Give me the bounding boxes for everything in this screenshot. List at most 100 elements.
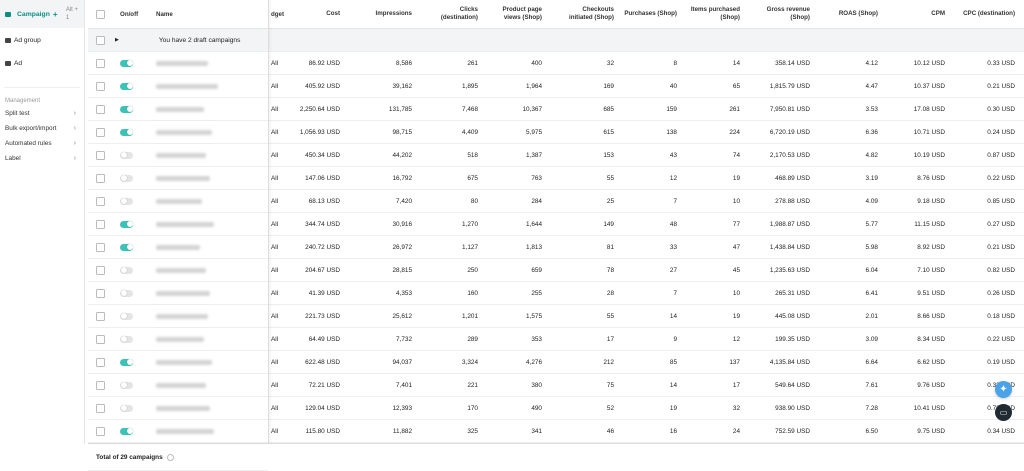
table-row[interactable] <box>88 167 268 190</box>
row-checkbox[interactable] <box>96 242 105 252</box>
impressions-column-header[interactable]: Impressions <box>346 10 418 18</box>
sidebar-item-ad[interactable]: Ad <box>0 53 84 73</box>
row-checkbox[interactable] <box>96 173 105 183</box>
plus-icon[interactable]: + <box>53 10 58 19</box>
onoff-toggle[interactable] <box>120 312 133 320</box>
clicks-column-header[interactable]: Clicks (destination) <box>418 6 484 22</box>
campaign-name-redacted[interactable] <box>156 221 256 227</box>
row-checkbox[interactable] <box>96 150 105 160</box>
table-row[interactable] <box>88 351 268 374</box>
row-checkbox[interactable] <box>96 127 105 137</box>
table-row[interactable] <box>88 305 268 328</box>
campaign-name-redacted[interactable] <box>156 290 256 296</box>
campaign-name-redacted[interactable] <box>156 336 256 342</box>
sidebar-item-ad-group[interactable]: Ad group <box>0 30 84 50</box>
row-checkbox[interactable] <box>96 196 105 206</box>
table-row[interactable] <box>88 282 268 305</box>
campaign-name-redacted[interactable] <box>156 428 256 434</box>
sidebar-item-campaign[interactable]: Campaign + Alt +1 <box>0 0 84 28</box>
onoff-toggle[interactable] <box>120 404 133 412</box>
metrics-columns[interactable]: dget Cost Impressions Clicks (destination) Pr… <box>268 0 1024 444</box>
chat-button[interactable]: ▭ <box>995 404 1012 421</box>
table-row[interactable]: All 344.74 USD 30,916 1,270 1,644 149 48 77 1,98… <box>268 213 1024 236</box>
table-row[interactable]: All 204.67 USD 28,815 250 659 78 27 45 1,235.63 … <box>268 259 1024 282</box>
campaign-name-redacted[interactable] <box>156 129 256 135</box>
table-row[interactable]: All 221.73 USD 25,612 1,201 1,575 55 14 19 445.0… <box>268 305 1024 328</box>
table-row[interactable]: All 2,250.64 USD 131,785 7,468 10,367 685 159 2… <box>268 98 1024 121</box>
onoff-header[interactable]: On/off <box>120 11 150 18</box>
row-checkbox[interactable] <box>96 81 105 91</box>
table-row[interactable] <box>88 98 268 121</box>
table-row[interactable] <box>88 236 268 259</box>
row-checkbox[interactable] <box>96 403 105 413</box>
table-row[interactable]: All 405.92 USD 39,162 1,895 1,964 169 40 65 1,81… <box>268 75 1024 98</box>
table-row[interactable] <box>88 75 268 98</box>
table-row[interactable]: All 622.48 USD 94,037 3,324 4,276 212 85 137 4,1… <box>268 351 1024 374</box>
info-icon[interactable] <box>166 453 174 461</box>
items-column-header[interactable]: Items purchased (Shop) <box>683 6 746 22</box>
table-row[interactable] <box>88 190 268 213</box>
row-checkbox[interactable] <box>96 357 105 367</box>
campaign-name-redacted[interactable] <box>156 106 256 112</box>
cpc-column-header[interactable]: CPC (destination) <box>951 10 1021 18</box>
table-row[interactable]: All 129.04 USD 12,393 170 490 52 19 32 938.90 US… <box>268 397 1024 420</box>
onoff-toggle[interactable] <box>120 381 133 389</box>
campaign-name-redacted[interactable] <box>156 359 256 365</box>
sidebar-menu-item[interactable]: Bulk export/import › <box>0 121 84 136</box>
table-row[interactable] <box>88 374 268 397</box>
onoff-toggle[interactable] <box>120 174 133 182</box>
campaign-name-redacted[interactable] <box>156 83 256 89</box>
sidebar-menu-item[interactable]: Label › <box>0 151 84 166</box>
row-checkbox[interactable] <box>96 426 105 436</box>
onoff-toggle[interactable] <box>120 289 133 297</box>
onoff-toggle[interactable] <box>120 128 133 136</box>
draft-banner[interactable]: ▶ You have 2 draft campaigns <box>88 29 268 52</box>
sidebar-menu-item[interactable]: Split test › <box>0 106 84 121</box>
row-checkbox[interactable] <box>96 334 105 344</box>
assistant-sparkle-button[interactable]: ✦ <box>995 381 1012 398</box>
row-checkbox[interactable] <box>96 288 105 298</box>
onoff-toggle[interactable] <box>120 243 133 251</box>
onoff-toggle[interactable] <box>120 59 133 67</box>
select-all-checkbox[interactable] <box>96 9 105 19</box>
campaign-name-redacted[interactable] <box>156 244 256 250</box>
campaign-name-redacted[interactable] <box>156 152 256 158</box>
campaign-name-redacted[interactable] <box>156 198 256 204</box>
cpm-column-header[interactable]: CPM <box>884 10 951 18</box>
onoff-toggle[interactable] <box>120 197 133 205</box>
row-checkbox[interactable] <box>96 265 105 275</box>
onoff-toggle[interactable] <box>120 427 133 435</box>
budget-column-header[interactable]: dget <box>268 11 296 18</box>
sidebar-menu-item[interactable]: Automated rules › <box>0 136 84 151</box>
ppv-column-header[interactable]: Product page views (Shop) <box>484 6 548 22</box>
row-checkbox[interactable] <box>96 219 105 229</box>
checkouts-column-header[interactable]: Checkouts initiated (Shop) <box>548 6 620 22</box>
table-row[interactable]: All 147.06 USD 16,792 675 763 55 12 19 468.89 US… <box>268 167 1024 190</box>
table-row[interactable]: All 64.49 USD 7,732 289 353 17 9 12 199.35 USD 3.… <box>268 328 1024 351</box>
campaign-name-redacted[interactable] <box>156 405 256 411</box>
onoff-toggle[interactable] <box>120 105 133 113</box>
row-checkbox[interactable] <box>96 380 105 390</box>
campaign-name-redacted[interactable] <box>156 382 256 388</box>
onoff-toggle[interactable] <box>120 358 133 366</box>
table-row[interactable]: All 41.39 USD 4,353 160 255 28 7 10 265.31 USD 6.… <box>268 282 1024 305</box>
table-row[interactable] <box>88 397 268 420</box>
purchases-column-header[interactable]: Purchases (Shop) <box>620 10 683 18</box>
table-row[interactable] <box>88 144 268 167</box>
campaign-name-redacted[interactable] <box>156 313 256 319</box>
campaign-name-redacted[interactable] <box>156 267 256 273</box>
row-checkbox[interactable] <box>96 311 105 321</box>
row-checkbox[interactable] <box>96 58 105 68</box>
name-header[interactable]: Name <box>156 11 256 18</box>
onoff-toggle[interactable] <box>120 335 133 343</box>
table-row[interactable] <box>88 420 268 443</box>
revenue-column-header[interactable]: Gross revenue (Shop) <box>746 6 816 22</box>
draft-checkbox[interactable] <box>96 35 105 45</box>
table-row[interactable]: All 115.80 USD 11,882 325 341 46 16 24 752.59 US… <box>268 420 1024 443</box>
table-row[interactable] <box>88 259 268 282</box>
campaign-name-redacted[interactable] <box>156 175 256 181</box>
roas-column-header[interactable]: ROAS (Shop) <box>816 10 884 18</box>
onoff-toggle[interactable] <box>120 220 133 228</box>
table-row[interactable]: All 68.13 USD 7,420 80 284 25 7 10 278.88 USD 4.0… <box>268 190 1024 213</box>
cost-column-header[interactable]: Cost <box>296 10 346 18</box>
